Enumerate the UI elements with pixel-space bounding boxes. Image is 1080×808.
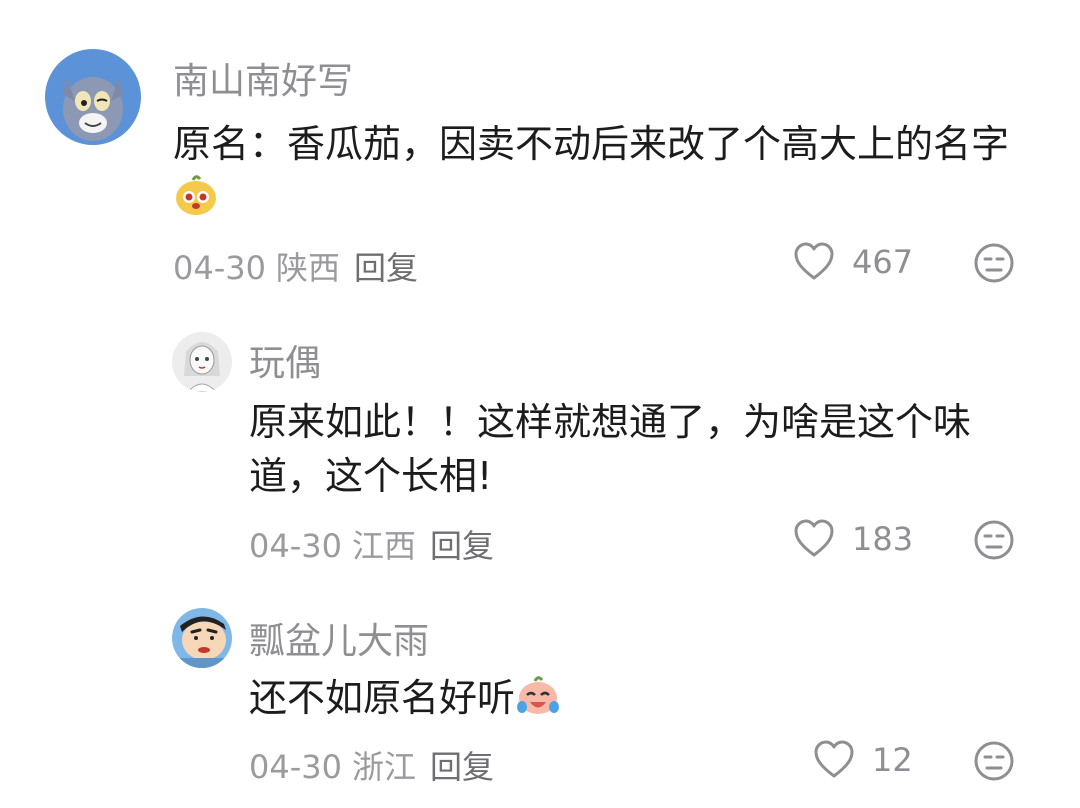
username[interactable]: 瓢盆儿大雨 xyxy=(249,612,429,664)
avatar-tom-cat xyxy=(45,49,141,145)
avatar-crayon-boy xyxy=(172,608,232,668)
heart-outline-icon[interactable] xyxy=(792,517,836,561)
comment-text: 原名：香瓜茄，因卖不动后来改了个高大上的名字 xyxy=(173,122,1010,166)
like-count: 12 xyxy=(872,741,913,779)
comment-location: 陕西 xyxy=(275,249,340,287)
yellow-pear-emoji xyxy=(176,175,216,215)
comment-meta: 04-30 浙江 回复 xyxy=(249,742,494,788)
neutral-face-icon[interactable] xyxy=(972,739,1016,783)
like-count: 467 xyxy=(852,243,914,281)
crying-laughing-emoji xyxy=(517,676,560,714)
comment-date: 04-30 xyxy=(249,527,342,565)
reply-comment-item: 瓢盆儿大雨 还不如原名好听 04-30 浙江 回复 12 xyxy=(0,570,1080,808)
reply-comment-item: 玩偶 原来如此！！这样就想通了，为啥是这个味道，这个长相! 04-30 江西 回复 … xyxy=(0,300,1080,570)
username[interactable]: 南山南好写 xyxy=(173,52,353,104)
like-count: 183 xyxy=(852,520,914,558)
avatar-sketch-girl xyxy=(172,332,232,392)
reply-button[interactable]: 回复 xyxy=(430,748,494,786)
heart-outline-icon[interactable] xyxy=(792,240,836,284)
comment-content: 原名：香瓜茄，因卖不动后来改了个高大上的名字 xyxy=(173,117,1033,225)
comment-location: 浙江 xyxy=(351,748,416,786)
comment-location: 江西 xyxy=(351,527,416,565)
reply-button[interactable]: 回复 xyxy=(430,527,494,565)
comment-content: 还不如原名好听 xyxy=(249,671,1029,725)
comment-date: 04-30 xyxy=(249,748,342,786)
comment-date: 04-30 xyxy=(173,249,266,287)
avatar[interactable] xyxy=(45,49,141,145)
comment-content: 原来如此！！这样就想通了，为啥是这个味道，这个长相! xyxy=(249,395,1029,503)
heart-outline-icon[interactable] xyxy=(812,738,856,782)
username[interactable]: 玩偶 xyxy=(249,334,321,386)
neutral-face-icon[interactable] xyxy=(972,518,1016,562)
comment-meta: 04-30 陕西 回复 xyxy=(173,243,418,289)
comment-item: 南山南好写 原名：香瓜茄，因卖不动后来改了个高大上的名字 04-30 陕西 回复 4… xyxy=(0,0,1080,300)
reply-button[interactable]: 回复 xyxy=(354,249,418,287)
comment-meta: 04-30 江西 回复 xyxy=(249,521,494,567)
comment-text: 原来如此！！这样就想通了，为啥是这个味道，这个长相! xyxy=(249,400,972,498)
avatar[interactable] xyxy=(172,608,232,668)
avatar[interactable] xyxy=(172,332,232,392)
comment-text: 还不如原名好听 xyxy=(249,676,516,720)
neutral-face-icon[interactable] xyxy=(972,241,1016,285)
